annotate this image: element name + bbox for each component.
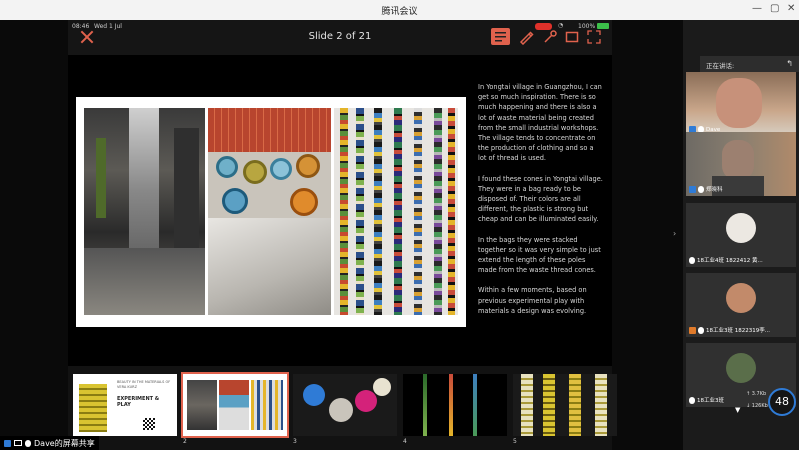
thumbnail-heading: BEAUTY IN THE MATERIALS OF VERA KURZ — [117, 380, 171, 389]
slide-thumbnail-1[interactable]: BEAUTY IN THE MATERIALS OF VERA KURZ EXP… — [73, 374, 177, 436]
user-icon — [689, 326, 696, 334]
back-icon[interactable]: ↰ — [786, 59, 793, 68]
screen-share-icon — [14, 440, 22, 446]
upload-rate-value: 3.7Kb — [751, 391, 767, 397]
current-slide: In Yongtai village in Guangzhou, I can g… — [68, 55, 612, 366]
photo-collage — [76, 97, 466, 327]
mic-icon — [689, 396, 695, 404]
screen-icon[interactable] — [564, 29, 581, 45]
collapse-sidebar-icon[interactable]: › — [673, 229, 676, 238]
slide-thumbnail-strip: BEAUTY IN THE MATERIALS OF VERA KURZ EXP… — [68, 366, 617, 450]
maximize-icon[interactable]: ▢ — [770, 3, 779, 15]
thread-cones-bag-photo — [208, 108, 331, 315]
close-icon[interactable]: ✕ — [787, 3, 795, 15]
thumbnail-title: EXPERIMENT & PLAY — [117, 396, 160, 408]
fullscreen-icon[interactable] — [586, 29, 603, 45]
mic-icon — [25, 439, 31, 447]
pen-icon[interactable] — [518, 29, 535, 46]
slide-paragraph: In Yongtai village in Guangzhou, I can g… — [478, 83, 602, 163]
slide-paragraph: In the bags they were stacked together s… — [478, 235, 601, 275]
notes-icon[interactable] — [491, 28, 510, 45]
participant-name: 18工业3班 1822319李... — [706, 328, 770, 334]
thumbnail-number: 3 — [293, 438, 297, 445]
participant-tile[interactable]: 郑晓科 — [686, 132, 796, 196]
participant-tile[interactable]: 18工业3班 1822319李... — [686, 273, 796, 337]
screen-share-status: Dave的屏幕共享 — [0, 436, 99, 450]
minimize-icon[interactable]: — — [752, 3, 762, 15]
participant-tile[interactable]: 18工业4班 1822412 黄... — [686, 203, 796, 267]
slide-thumbnail-5[interactable] — [513, 374, 617, 436]
slide-paragraph: Within a few moments, based on previous … — [478, 286, 587, 315]
participant-tile[interactable]: Dave — [686, 72, 796, 136]
presentation-toolbar: 08:46 Wed 1 Jul ◔ 100% Slide 2 of 21 — [68, 20, 612, 55]
mic-icon — [698, 326, 704, 334]
mic-icon — [689, 256, 695, 264]
slide-thumbnail-3[interactable] — [293, 374, 397, 436]
status-time: 08:46 — [72, 23, 90, 30]
screen-share-label: Dave的屏幕共享 — [34, 438, 95, 448]
scroll-down-icon[interactable]: ▼ — [735, 406, 740, 414]
speaking-label: 正在讲话: — [706, 62, 735, 70]
network-score[interactable]: 48 — [768, 388, 796, 416]
speaking-indicator: 正在讲话: ↰ — [700, 56, 799, 72]
download-rate: ↓ 126Kb — [746, 403, 768, 409]
slide-thumbnail-4[interactable] — [403, 374, 507, 436]
slide-thumbnail-2[interactable] — [181, 372, 289, 438]
participant-name: 郑晓科 — [706, 187, 723, 193]
alley-photo — [84, 108, 205, 315]
user-icon — [689, 185, 696, 193]
slide-body-text: In Yongtai village in Guangzhou, I can g… — [478, 82, 604, 326]
thumbnail-number: 4 — [403, 438, 407, 445]
participant-name: 18工业4班 1822412 黄... — [697, 258, 763, 264]
mic-icon — [698, 185, 704, 193]
wifi-icon: ◔ — [558, 22, 564, 29]
user-icon — [4, 439, 11, 447]
status-date: Wed 1 Jul — [94, 23, 122, 30]
laser-pointer-icon[interactable] — [542, 29, 559, 45]
window-title: 腾讯会议 — [381, 7, 418, 17]
upload-rate: ↑ 3.7Kb — [746, 391, 767, 397]
title-bar: 腾讯会议 — ▢ ✕ — [0, 0, 799, 20]
thumbnail-number: 5 — [513, 438, 517, 445]
download-rate-value: 126Kb — [751, 403, 768, 409]
thumbnail-number: 2 — [183, 438, 187, 445]
thread-poles-photo — [334, 108, 458, 315]
slide-paragraph: I found these cones in Yongtai village. … — [478, 174, 603, 224]
participant-name: 18工业3班 — [697, 398, 724, 404]
